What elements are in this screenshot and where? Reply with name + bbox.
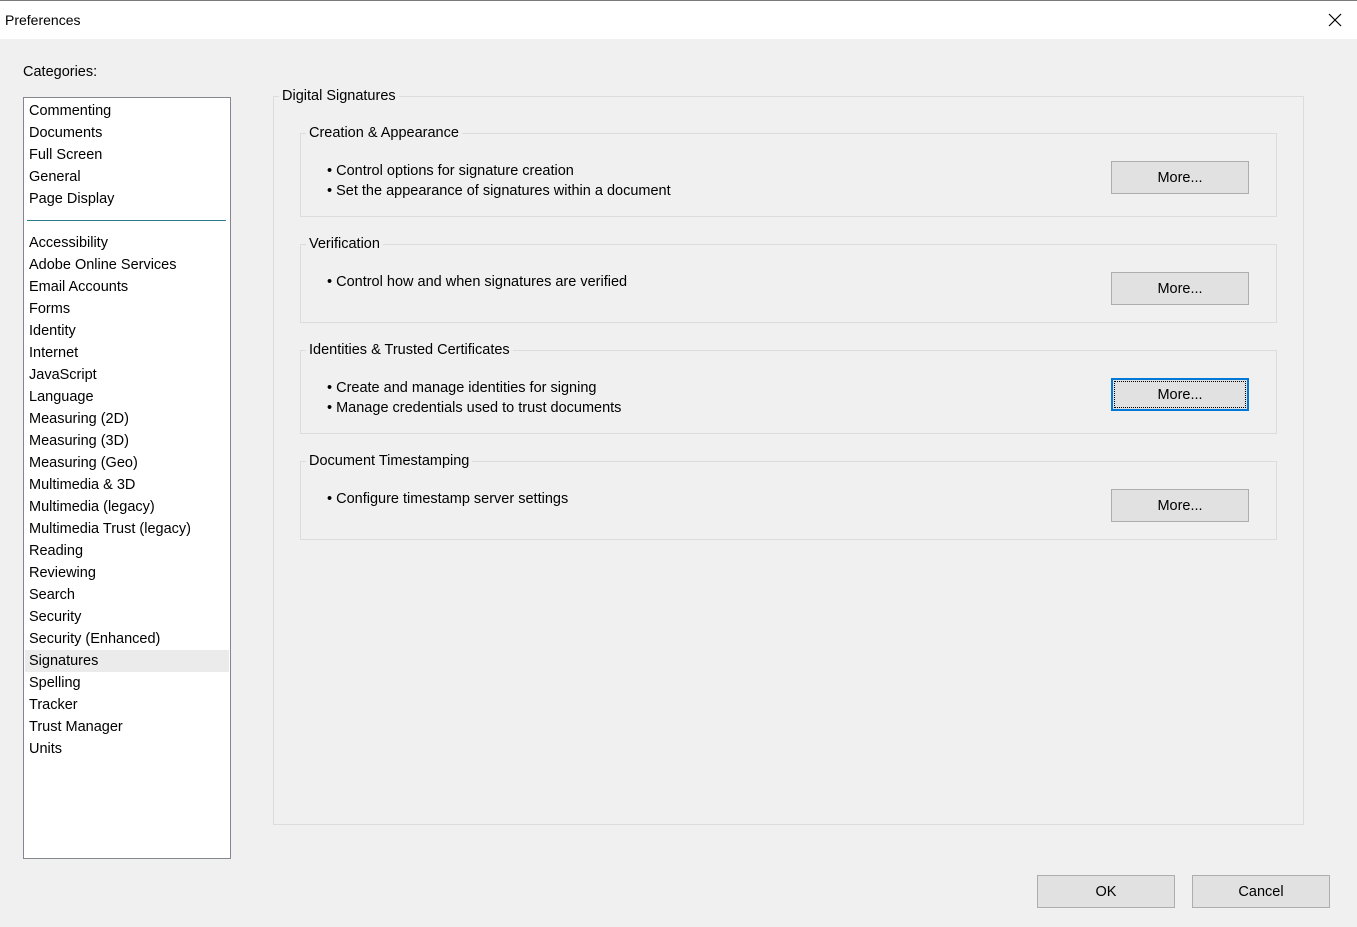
cancel-button[interactable]: Cancel	[1192, 875, 1330, 908]
categories-list[interactable]: Commenting Documents Full Screen General…	[23, 97, 231, 859]
category-item-identity[interactable]: Identity	[25, 320, 229, 342]
category-item-trust-manager[interactable]: Trust Manager	[25, 716, 229, 738]
category-item-internet[interactable]: Internet	[25, 342, 229, 364]
category-item-javascript[interactable]: JavaScript	[25, 364, 229, 386]
timestamping-more-button[interactable]: More...	[1111, 489, 1249, 522]
ok-button[interactable]: OK	[1037, 875, 1175, 908]
category-item-units[interactable]: Units	[25, 738, 229, 760]
category-item-search[interactable]: Search	[25, 584, 229, 606]
timestamping-bullet-1: • Configure timestamp server settings	[327, 491, 569, 507]
category-item-measuring-geo[interactable]: Measuring (Geo)	[25, 452, 229, 474]
category-item-tracker[interactable]: Tracker	[25, 694, 229, 716]
category-item-security[interactable]: Security	[25, 606, 229, 628]
category-item-multimedia-3d[interactable]: Multimedia & 3D	[25, 474, 229, 496]
category-item-security-enhanced[interactable]: Security (Enhanced)	[25, 628, 229, 650]
window-title: Preferences	[5, 12, 81, 28]
category-item-reviewing[interactable]: Reviewing	[25, 562, 229, 584]
category-item-page-display[interactable]: Page Display	[25, 188, 229, 210]
close-button[interactable]	[1313, 1, 1357, 39]
document-timestamping-title: Document Timestamping	[306, 452, 473, 470]
identities-bullet-1: • Create and manage identities for signi…	[327, 380, 597, 396]
creation-appearance-title: Creation & Appearance	[306, 124, 462, 142]
category-item-general[interactable]: General	[25, 166, 229, 188]
category-item-measuring-2d[interactable]: Measuring (2D)	[25, 408, 229, 430]
digital-signatures-title: Digital Signatures	[279, 87, 399, 105]
category-item-forms[interactable]: Forms	[25, 298, 229, 320]
category-item-language[interactable]: Language	[25, 386, 229, 408]
category-item-signatures[interactable]: Signatures	[25, 650, 229, 672]
category-item-accessibility[interactable]: Accessibility	[25, 232, 229, 254]
categories-separator	[24, 210, 230, 232]
verification-section: • Control how and when signatures are ve…	[300, 244, 1277, 323]
category-item-adobe-online-services[interactable]: Adobe Online Services	[25, 254, 229, 276]
categories-label: Categories:	[23, 64, 98, 80]
verification-more-button[interactable]: More...	[1111, 272, 1249, 305]
category-item-spelling[interactable]: Spelling	[25, 672, 229, 694]
category-item-email-accounts[interactable]: Email Accounts	[25, 276, 229, 298]
document-timestamping-section: • Configure timestamp server settings Mo…	[300, 461, 1277, 540]
category-item-measuring-3d[interactable]: Measuring (3D)	[25, 430, 229, 452]
creation-appearance-more-button[interactable]: More...	[1111, 161, 1249, 194]
creation-bullet-1: • Control options for signature creation	[327, 163, 574, 179]
category-item-commenting[interactable]: Commenting	[25, 100, 229, 122]
identities-more-button[interactable]: More...	[1111, 378, 1249, 411]
title-bar: Preferences	[0, 0, 1357, 39]
close-icon	[1328, 13, 1342, 27]
identities-bullet-2: • Manage credentials used to trust docum…	[327, 400, 622, 416]
identities-certificates-section: • Create and manage identities for signi…	[300, 350, 1277, 434]
category-item-documents[interactable]: Documents	[25, 122, 229, 144]
category-item-full-screen[interactable]: Full Screen	[25, 144, 229, 166]
identities-certificates-title: Identities & Trusted Certificates	[306, 341, 513, 359]
category-item-reading[interactable]: Reading	[25, 540, 229, 562]
verification-title: Verification	[306, 235, 383, 253]
category-item-multimedia-trust-legacy[interactable]: Multimedia Trust (legacy)	[25, 518, 229, 540]
verification-bullet-1: • Control how and when signatures are ve…	[327, 274, 628, 290]
category-item-multimedia-legacy[interactable]: Multimedia (legacy)	[25, 496, 229, 518]
creation-appearance-section: • Control options for signature creation…	[300, 133, 1277, 217]
creation-bullet-2: • Set the appearance of signatures withi…	[327, 183, 671, 199]
